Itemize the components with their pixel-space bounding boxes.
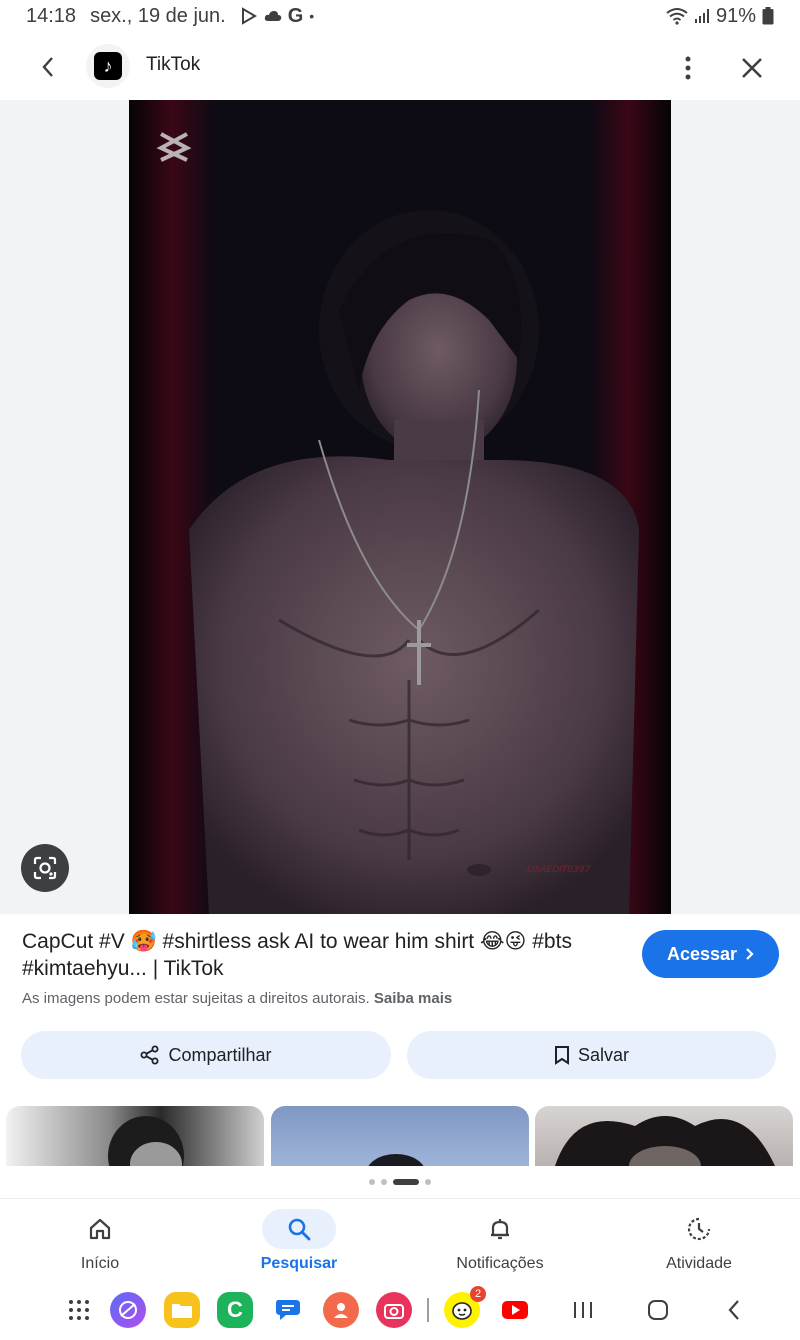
signal-icon bbox=[694, 9, 709, 23]
contacts-app-icon[interactable] bbox=[323, 1292, 359, 1328]
camera-app-icon[interactable] bbox=[376, 1292, 412, 1328]
copyright-notice: As imagens podem estar sujeitas a direit… bbox=[22, 990, 452, 1007]
bitmoji-app-icon[interactable]: 2 bbox=[444, 1286, 486, 1328]
carousel-dot bbox=[369, 1179, 375, 1185]
google-lens-icon bbox=[33, 856, 57, 880]
google-icon: G bbox=[287, 4, 304, 27]
notification-badge: 2 bbox=[470, 1286, 486, 1302]
save-button[interactable]: Salvar bbox=[407, 1031, 776, 1079]
phone-app-icon[interactable]: C bbox=[217, 1292, 253, 1328]
close-icon bbox=[742, 58, 762, 78]
status-date: sex., 19 de jun. bbox=[90, 4, 226, 27]
battery-icon bbox=[762, 7, 774, 25]
share-label: Compartilhar bbox=[168, 1044, 272, 1065]
chevron-left-icon bbox=[42, 57, 53, 77]
nav-notifications-label: Notificações bbox=[456, 1255, 544, 1272]
status-bar: 14:18 sex., 19 de jun. G • 91% bbox=[0, 0, 800, 32]
nav-home[interactable]: Início bbox=[20, 1199, 180, 1285]
system-back-button[interactable] bbox=[716, 1292, 752, 1328]
tiktok-logo-icon: ♪ bbox=[94, 52, 122, 80]
wifi-icon bbox=[666, 8, 688, 25]
result-image[interactable]: LISAEDIT0397 bbox=[129, 100, 671, 914]
site-favicon: ♪ bbox=[86, 44, 130, 88]
status-right: 91% bbox=[666, 5, 774, 28]
nav-activity-label: Atividade bbox=[666, 1255, 732, 1272]
lens-search-button[interactable] bbox=[21, 844, 69, 892]
recent-apps-button[interactable] bbox=[565, 1292, 601, 1328]
youtube-app-icon[interactable] bbox=[497, 1292, 533, 1328]
nav-notifications[interactable]: Notificações bbox=[420, 1199, 580, 1285]
activity-icon bbox=[687, 1217, 711, 1241]
home-icon bbox=[89, 1218, 111, 1240]
carousel-dot bbox=[381, 1179, 387, 1185]
bell-icon bbox=[491, 1219, 509, 1240]
bookmark-icon bbox=[554, 1046, 569, 1065]
copyright-text: As imagens podem estar sujeitas a direit… bbox=[22, 990, 370, 1007]
portrait-illustration: LISAEDIT0397 bbox=[129, 100, 671, 914]
search-icon bbox=[288, 1218, 311, 1241]
image-viewer: LISAEDIT0397 bbox=[0, 100, 800, 914]
visit-button[interactable]: Acessar bbox=[642, 930, 779, 978]
more-options-button[interactable] bbox=[670, 50, 706, 86]
carousel-dot bbox=[425, 1179, 431, 1185]
close-button[interactable] bbox=[732, 50, 772, 86]
status-time: 14:18 bbox=[26, 4, 77, 27]
home-button[interactable] bbox=[640, 1292, 676, 1328]
save-label: Salvar bbox=[577, 1044, 630, 1065]
related-image-3[interactable] bbox=[535, 1106, 793, 1166]
app-drawer-icon[interactable] bbox=[61, 1292, 97, 1328]
chevron-right-icon bbox=[746, 948, 754, 960]
battery-percent: 91% bbox=[715, 4, 756, 27]
visit-button-label: Acessar bbox=[666, 943, 738, 964]
learn-more-link[interactable]: Saiba mais bbox=[374, 990, 452, 1007]
back-button[interactable] bbox=[28, 52, 68, 82]
system-dock: C 2 bbox=[0, 1284, 800, 1340]
related-image-2[interactable] bbox=[271, 1106, 529, 1166]
photo-watermark: LISAEDIT0397 bbox=[527, 865, 590, 875]
files-app-icon[interactable] bbox=[164, 1292, 200, 1328]
more-vertical-icon bbox=[685, 56, 691, 80]
related-image-1[interactable] bbox=[6, 1106, 264, 1166]
nav-activity[interactable]: Atividade bbox=[619, 1199, 779, 1285]
dot-icon: • bbox=[309, 8, 315, 24]
carousel-dot-active bbox=[393, 1179, 419, 1185]
share-icon bbox=[140, 1045, 159, 1065]
share-button[interactable]: Compartilhar bbox=[21, 1031, 391, 1079]
messages-app-icon[interactable] bbox=[270, 1292, 306, 1328]
cloud-icon bbox=[264, 11, 281, 21]
nav-search[interactable]: Pesquisar bbox=[219, 1199, 379, 1285]
play-store-icon bbox=[241, 7, 257, 25]
nav-search-label: Pesquisar bbox=[260, 1255, 338, 1272]
related-images bbox=[0, 1106, 800, 1166]
internet-app-icon[interactable] bbox=[110, 1292, 146, 1328]
carousel-indicator bbox=[0, 1179, 800, 1185]
site-name: TikTok bbox=[146, 54, 201, 75]
bottom-navigation: Início Pesquisar Notificações Atividade bbox=[0, 1198, 800, 1284]
result-title[interactable]: CapCut #V 🥵 #shirtless ask AI to wear hi… bbox=[22, 928, 622, 982]
dock-divider bbox=[427, 1298, 429, 1322]
nav-home-label: Início bbox=[80, 1255, 120, 1272]
status-notification-icons: G • bbox=[240, 5, 314, 28]
app-bar: ♪ TikTok bbox=[0, 32, 800, 100]
